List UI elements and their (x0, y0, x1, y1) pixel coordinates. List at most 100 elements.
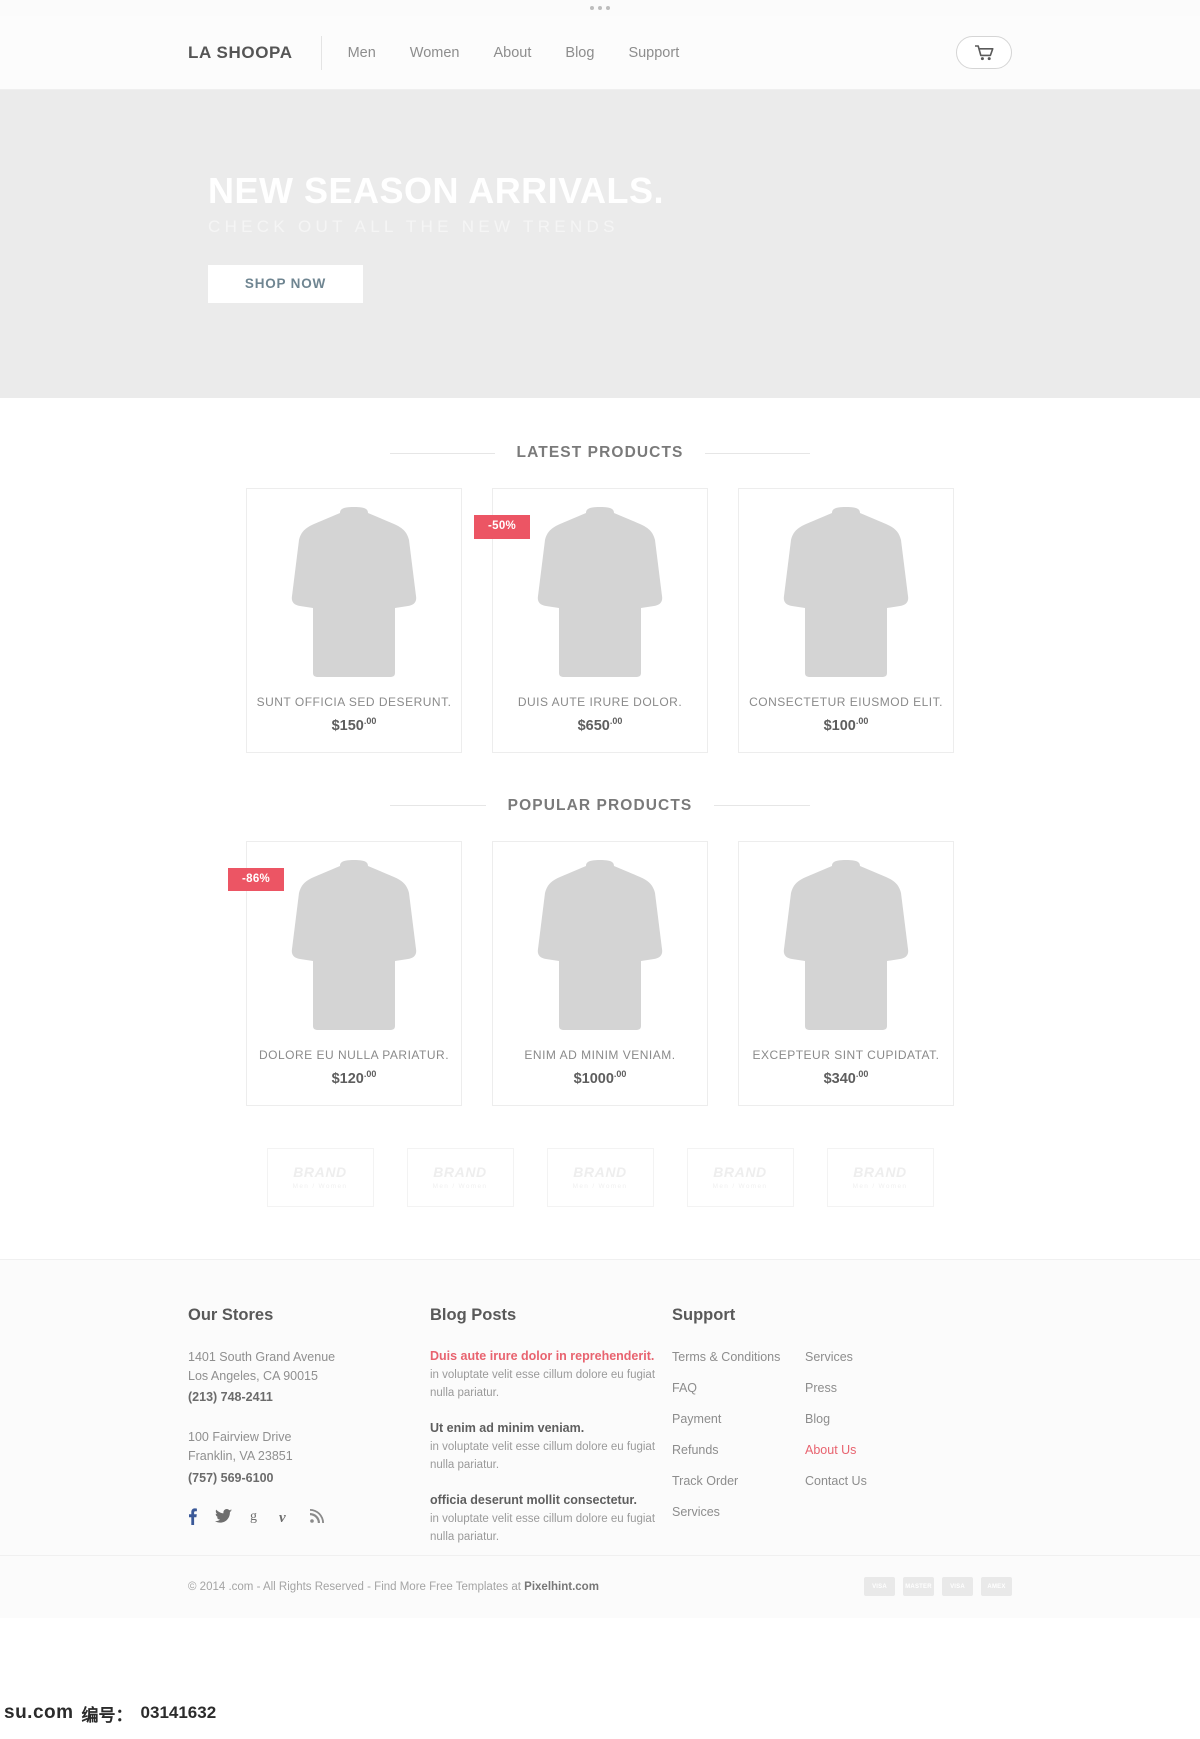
list-item: Contact Us (805, 1472, 938, 1490)
product-card[interactable]: CONSECTETUR EIUSMOD ELIT. $100.00 (738, 488, 954, 753)
watermark-code: 03141632 (140, 1703, 217, 1722)
watermark-label: 编号： (81, 1705, 133, 1725)
nav-item-about[interactable]: About (494, 45, 532, 61)
support-links-col1: Terms & Conditions FAQ Payment Refunds Track… (672, 1348, 805, 1534)
site-header: LA SHOOPA Men Women About Blog Support (0, 16, 1200, 90)
product-card[interactable]: -86% DOLORE EU NULLA PARIATUR. $120.00 (228, 840, 462, 1106)
hero-banner: NEW SEASON ARRIVALS. CHECK OUT ALL THE N… (0, 90, 1200, 398)
discount-badge: -86% (228, 867, 285, 892)
brand-name: BRAND (853, 1164, 907, 1181)
blog-post[interactable]: Duis aute irure dolor in reprehenderit. … (430, 1348, 672, 1403)
copyright-text: © 2014 .com - All Rights Reserved - Find… (188, 1581, 599, 1593)
brand-logo[interactable]: BRAND Men / Women (406, 1147, 514, 1207)
nav-item-men[interactable]: Men (348, 45, 376, 61)
store-address: 1401 South Grand Avenue Los Angeles, CA … (188, 1348, 430, 1408)
list-item: Payment (672, 1410, 805, 1428)
blog-post[interactable]: Ut enim ad minim veniam. in voluptate ve… (430, 1420, 672, 1475)
mastercard-icon: MASTER (903, 1577, 934, 1597)
facebook-icon[interactable] (188, 1508, 197, 1525)
list-item: Refunds (672, 1441, 805, 1459)
support-link[interactable]: Terms & Conditions (672, 1350, 780, 1364)
footer-column-stores: Our Stores 1401 South Grand Avenue Los A… (188, 1306, 430, 1564)
brand-subtitle: Men / Women (292, 1183, 348, 1191)
site-logo[interactable]: LA SHOOPA (188, 43, 293, 63)
brand-logo[interactable]: BRAND Men / Women (546, 1147, 654, 1207)
sweater-icon (537, 506, 663, 678)
brand-subtitle: Men / Women (852, 1183, 908, 1191)
section-title-text: POPULAR PRODUCTS (507, 796, 693, 814)
brand-name: BRAND (713, 1164, 767, 1181)
blog-post-title[interactable]: Ut enim ad minim veniam. (430, 1420, 672, 1438)
divider-line-left (390, 805, 486, 807)
list-item: FAQ (672, 1379, 805, 1397)
nav-item-support[interactable]: Support (628, 45, 679, 61)
payment-icons: VISA MASTER VISA AMEX (864, 1577, 1012, 1597)
blog-post-excerpt: in voluptate velit esse cillum dolore eu… (430, 1441, 656, 1472)
blog-post[interactable]: officia deserunt mollit consectetur. in … (430, 1492, 672, 1547)
sweater-icon (783, 506, 909, 678)
brand-subtitle: Men / Women (712, 1183, 768, 1191)
footer-column-blog: Blog Posts Duis aute irure dolor in repr… (430, 1306, 672, 1564)
product-card[interactable]: EXCEPTEUR SINT CUPIDATAT. $340.00 (738, 840, 954, 1106)
brand-logo[interactable]: BRAND Men / Women (266, 1147, 374, 1207)
hero-title: NEW SEASON ARRIVALS. (208, 170, 665, 211)
divider-line-right (705, 452, 810, 454)
product-price: $650.00 (577, 716, 623, 734)
product-image (739, 842, 953, 1034)
product-price: $100.00 (823, 716, 869, 734)
twitter-icon[interactable] (215, 1509, 232, 1524)
google-plus-icon[interactable]: g (250, 1508, 261, 1524)
hero-subtitle: CHECK OUT ALL THE NEW TRENDS (208, 216, 619, 236)
support-heading: Support (672, 1305, 736, 1324)
copyright-brand[interactable]: Pixelhint.com (524, 1581, 599, 1593)
svg-text:v: v (279, 1510, 286, 1524)
support-link[interactable]: Press (805, 1381, 837, 1395)
visa-electron-icon: VISA (942, 1577, 973, 1597)
brand-name: BRAND (433, 1164, 487, 1181)
product-name: EXCEPTEUR SINT CUPIDATAT. (752, 1047, 940, 1062)
product-name: DOLORE EU NULLA PARIATUR. (258, 1047, 450, 1062)
support-link[interactable]: Services (672, 1505, 720, 1519)
support-link[interactable]: Payment (672, 1412, 721, 1426)
brand-name: BRAND (573, 1164, 627, 1181)
amex-icon: AMEX (981, 1577, 1012, 1597)
watermark-site: su.com (4, 1702, 74, 1723)
product-card[interactable]: SUNT OFFICIA SED DESERUNT. $150.00 (246, 488, 462, 753)
brand-logo[interactable]: BRAND Men / Women (686, 1147, 794, 1207)
support-link[interactable]: Blog (805, 1412, 830, 1426)
svg-text:g: g (250, 1509, 257, 1524)
brand-logo[interactable]: BRAND Men / Women (826, 1147, 934, 1207)
rss-icon[interactable] (310, 1509, 324, 1524)
nav-item-women[interactable]: Women (410, 45, 460, 61)
list-item: Services (805, 1348, 938, 1366)
product-card[interactable]: -50% DUIS AUTE IRURE DOLOR. $650.00 (474, 488, 708, 753)
store-phone: (757) 569-6100 (188, 1470, 274, 1485)
product-name: DUIS AUTE IRURE DOLOR. (517, 695, 683, 709)
watermark-overlay: su.com 编号： 03141632 (0, 1693, 1200, 1733)
blog-post-title[interactable]: officia deserunt mollit consectetur. (430, 1492, 672, 1510)
footer-bottom-bar: © 2014 .com - All Rights Reserved - Find… (0, 1554, 1200, 1618)
shopping-cart-icon (974, 44, 994, 61)
blog-post-title[interactable]: Duis aute irure dolor in reprehenderit. (430, 1348, 672, 1366)
window-dot (590, 6, 594, 10)
product-card[interactable]: ENIM AD MINIM VENIAM. $1000.00 (492, 840, 708, 1106)
vimeo-icon[interactable]: v (279, 1509, 292, 1526)
visa-icon: VISA (864, 1577, 895, 1597)
support-link[interactable]: Track Order (672, 1474, 738, 1488)
discount-badge: -50% (474, 515, 531, 539)
cart-button[interactable] (956, 36, 1012, 69)
support-link[interactable]: About Us (805, 1443, 856, 1457)
copyright-pre: © 2014 (188, 1580, 229, 1593)
support-link[interactable]: FAQ (672, 1381, 697, 1395)
store-street: 1401 South Grand Avenue (188, 1349, 336, 1364)
support-link[interactable]: Refunds (672, 1443, 719, 1457)
latest-products-row: SUNT OFFICIA SED DESERUNT. $150.00 -50% … (0, 488, 1200, 753)
browser-chrome-dots (0, 0, 1200, 16)
product-name: SUNT OFFICIA SED DESERUNT. (256, 695, 452, 709)
shop-now-button[interactable]: SHOP NOW (208, 264, 363, 303)
support-link[interactable]: Contact Us (805, 1474, 867, 1488)
support-link[interactable]: Services (805, 1350, 853, 1364)
blog-heading: Blog Posts (430, 1305, 517, 1324)
sweater-icon (783, 859, 909, 1031)
nav-item-blog[interactable]: Blog (565, 45, 594, 61)
